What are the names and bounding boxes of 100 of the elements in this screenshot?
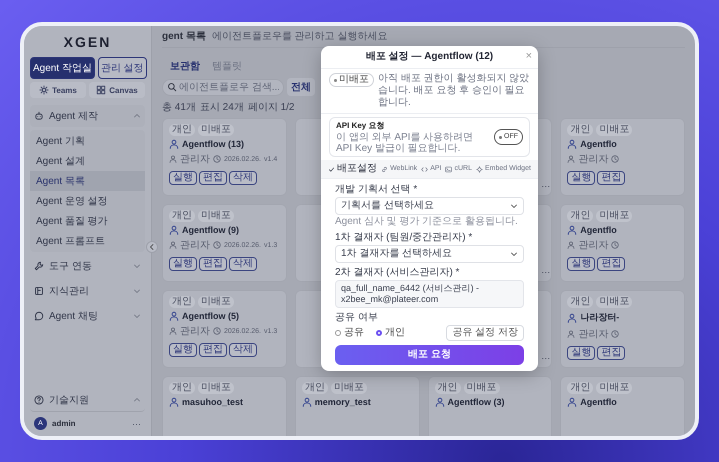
tag: 미배포	[198, 124, 234, 136]
card-action-button[interactable]: 실행	[567, 257, 596, 271]
support-label: 기술지원	[49, 394, 90, 407]
tag: 미배포	[596, 210, 632, 222]
dropdown-value: 1차 결재자를 선택하세요	[341, 248, 454, 260]
tag: 개인	[169, 382, 195, 394]
person-icon	[567, 312, 578, 322]
tag: 개인	[302, 382, 328, 394]
robot-icon	[34, 111, 44, 121]
card-action-button[interactable]: 편집	[199, 257, 227, 271]
card-action-button[interactable]: 실행	[169, 257, 197, 271]
mode-button[interactable]: 관리 설정	[98, 57, 147, 79]
search-field[interactable]: 에이전트플로우 검색...	[162, 78, 284, 96]
person-icon	[567, 241, 576, 249]
card-title: Agentflow (13)	[182, 139, 244, 149]
chevron-down-icon	[510, 250, 518, 258]
mode-button[interactable]: Agent 작업실	[30, 57, 95, 79]
sidebar-item[interactable]: Agent 운영 설정	[30, 191, 145, 211]
sidebar-item[interactable]: Agent 목록	[30, 171, 145, 191]
tag: 개인	[434, 382, 460, 394]
support-menu[interactable]: 기술지원	[30, 389, 145, 412]
sidebar-item[interactable]: Agent 품질 평가	[30, 211, 145, 231]
card-title: Agentflow (3)	[448, 397, 504, 407]
more-button[interactable]: ···	[541, 267, 550, 277]
help-icon	[34, 395, 44, 405]
sparkle-icon	[476, 166, 483, 172]
dropdown[interactable]: 1차 결재자를 선택하세요	[335, 245, 524, 263]
person-icon	[302, 397, 312, 407]
card-title: memory_test	[314, 397, 371, 407]
field-label: 2차 결재자 (서비스관리자) *	[335, 267, 460, 279]
tab[interactable]: 보관함	[168, 58, 202, 74]
collapse-handle[interactable]	[146, 241, 158, 253]
field-label: 개발 기획서 선택 *	[335, 184, 418, 196]
tag: 개인	[169, 296, 195, 308]
stat-text: 표시 24개	[200, 101, 244, 114]
group-label: Agent 채팅	[49, 310, 99, 323]
card-title: Agentflow (5)	[182, 311, 239, 321]
api-key-title: API Key 요청	[336, 120, 386, 132]
card-action-button[interactable]: 편집	[597, 257, 626, 271]
shortcut-button[interactable]: Canvas	[89, 82, 145, 98]
search-icon	[167, 82, 177, 92]
modal-title: 배포 설정 — Agentflow (12)	[366, 51, 494, 63]
radio-option[interactable]: 개인	[376, 327, 405, 339]
page-subtitle: 에이전트플로우를 관리하고 실행하세요	[212, 30, 388, 43]
person-icon	[169, 311, 179, 321]
tag: 개인	[169, 124, 195, 136]
more-button[interactable]: ···	[541, 181, 550, 191]
tag: 개인	[169, 210, 195, 222]
stat-text: 페이지 1/2	[248, 101, 294, 114]
tag: 개인	[567, 382, 594, 394]
chevron-icon	[133, 262, 141, 270]
card-action-button[interactable]: 실행	[169, 343, 197, 357]
input-field[interactable]: qa_full_name_6442 (서비스관리) - x2bee_mk@plateer.com	[335, 280, 524, 308]
more-button[interactable]: ···	[132, 418, 141, 428]
chevron-icon	[133, 287, 141, 295]
filter-button[interactable]: 전체	[287, 78, 315, 96]
author-text: 관리자	[180, 325, 210, 338]
chevron-icon	[133, 312, 141, 320]
dropdown[interactable]: 기획서를 선택하세요	[335, 197, 524, 215]
submit-button[interactable]: 배포 요청	[335, 345, 524, 365]
radio-option[interactable]: 공유	[335, 327, 364, 339]
card-action-button[interactable]: 실행	[169, 171, 197, 185]
sidebar-group[interactable]: 도구 연동	[30, 255, 145, 277]
card-action-button[interactable]: 삭제	[229, 257, 257, 271]
grid-icon	[96, 85, 106, 95]
card-action-button[interactable]: 편집	[199, 343, 227, 357]
person-icon	[169, 139, 179, 149]
sidebar-item[interactable]: Agent 프롬프트	[30, 231, 145, 251]
card-action-button[interactable]: 삭제	[229, 343, 257, 357]
person-icon	[434, 397, 444, 407]
sidebar-item[interactable]: Agent 설계	[30, 151, 145, 171]
page-title: gent 목록	[162, 30, 206, 43]
sidebar-group[interactable]: Agent 채팅	[30, 305, 145, 327]
card-action-button[interactable]: 실행	[567, 346, 596, 360]
person-icon	[567, 397, 578, 407]
card-action-button[interactable]: 삭제	[229, 171, 257, 185]
person-icon	[567, 225, 578, 235]
sidebar-group[interactable]: 지식관리	[30, 280, 145, 302]
sidebar-item[interactable]: Agent 기획	[30, 131, 145, 151]
tag: 미배포	[330, 382, 367, 394]
sidebar-group[interactable]: Agent 제작	[30, 105, 145, 127]
notice-text: 아직 배포 권한이 활성화되지 않았습니다. 배포 요청 후 승인이 필요합니다.	[378, 73, 530, 109]
clock-icon	[213, 327, 221, 335]
stat-text: 총 41개	[162, 101, 196, 114]
tab[interactable]: 배포설정	[328, 163, 378, 175]
shortcut-button[interactable]: Teams	[30, 82, 86, 98]
logo: XGEN	[62, 33, 112, 52]
check-icon	[328, 166, 336, 172]
card-action-button[interactable]: 편집	[597, 346, 626, 360]
card-action-button[interactable]: 편집	[597, 171, 626, 185]
author-text: 관리자	[180, 239, 210, 252]
api-key-description: 이 앱의 외부 API를 사용하려면 API Key 발급이 필요합니다.	[336, 132, 474, 154]
author-text: 관리자	[578, 239, 608, 252]
more-button[interactable]: ···	[541, 353, 550, 363]
group-label: Agent 제작	[49, 110, 99, 123]
chevron-down-icon	[510, 202, 518, 210]
card-action-button[interactable]: 실행	[567, 171, 596, 185]
save-button[interactable]: 공유 설정 저장	[446, 325, 524, 341]
card-action-button[interactable]: 편집	[199, 171, 227, 185]
card-title: 나라장터-	[580, 311, 620, 324]
